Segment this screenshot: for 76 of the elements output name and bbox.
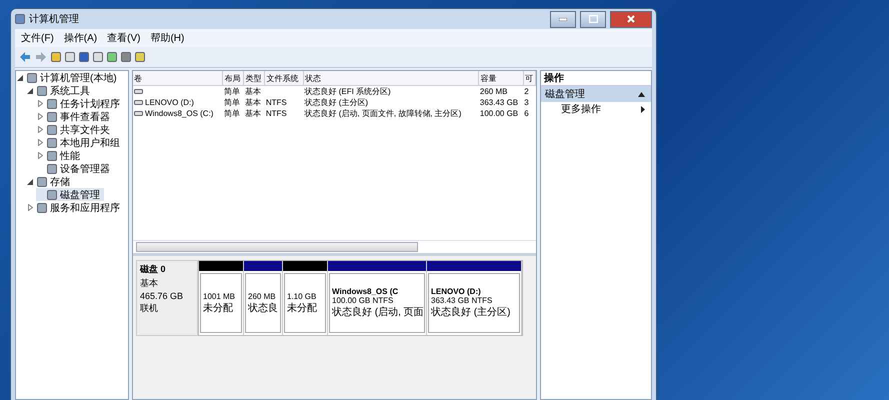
column-header[interactable]: 类型 — [244, 71, 265, 86]
menu-item[interactable]: 操作(A) — [64, 31, 98, 45]
menu-item[interactable]: 查看(V) — [107, 31, 140, 45]
column-header[interactable]: 可 — [523, 71, 536, 86]
collapse-arrow-icon — [638, 92, 645, 96]
table-cell-text: 363.43 GB — [478, 97, 520, 108]
tree-item[interactable]: 磁盘管理 — [36, 188, 104, 201]
column-header[interactable]: 容量 — [478, 71, 524, 86]
close-button[interactable] — [610, 10, 652, 28]
tree-item[interactable]: 性能 — [36, 149, 84, 162]
back-icon[interactable] — [19, 51, 31, 63]
table-cell: 260 MB — [478, 86, 524, 97]
tree-item[interactable]: 设备管理器 — [36, 162, 114, 175]
partition-size: 363.43 GB NTFS — [431, 296, 494, 305]
table-cell-text: 状态良好 (主分区) — [303, 97, 370, 108]
forward-icon[interactable] — [35, 51, 47, 63]
column-header[interactable]: 卷 — [133, 71, 223, 86]
minimize-button[interactable] — [550, 10, 576, 28]
table-cell: LENOVO (D:) — [145, 98, 194, 107]
partition-status: 未分配 — [203, 302, 234, 314]
disk-name: 磁盘 0 — [140, 263, 167, 276]
maximize-icon — [588, 15, 598, 23]
table-cell-text: 简单 — [222, 108, 241, 119]
column-header[interactable]: 状态 — [303, 71, 479, 86]
table-cell: 简单 — [222, 86, 244, 97]
partition-status: 未分配 — [287, 302, 318, 314]
expanded-arrow-icon[interactable] — [27, 88, 33, 94]
tree-item[interactable]: 存储 — [26, 175, 74, 188]
tree-item[interactable]: 计算机管理(本地) — [16, 71, 121, 84]
partition-name: Windows8_OS (C — [332, 287, 400, 296]
table-cell: 基本 — [244, 86, 265, 97]
submenu-arrow-icon — [641, 106, 645, 112]
tree-item[interactable]: 系统工具 — [26, 84, 94, 97]
disk-status: 联机 — [140, 302, 159, 315]
menu-item[interactable]: 文件(F) — [21, 31, 54, 45]
actions-section[interactable]: 磁盘管理 — [541, 86, 651, 102]
table-cell: 2 — [523, 86, 536, 97]
horizontal-scrollbar[interactable] — [133, 240, 536, 253]
table-cell-text: 状态良好 (启动, 页面文件, 故障转储, 主分区) — [303, 108, 462, 119]
partition-size: 1001 MB — [203, 292, 236, 300]
table-cell: Windows8_OS (C:) — [145, 109, 214, 118]
table-cell-text: NTFS — [264, 108, 288, 119]
disk-size: 465.76 GB — [140, 291, 184, 301]
tree-item[interactable]: 任务计划程序 — [36, 97, 124, 110]
tree-item[interactable]: 本地用户和组 — [36, 136, 124, 149]
column-header[interactable]: 文件系统 — [264, 71, 304, 86]
table-cell-text: 6 — [523, 108, 530, 119]
close-icon — [627, 15, 635, 23]
action-item[interactable]: 更多操作 — [541, 102, 651, 116]
table-cell: 状态良好 (EFI 系统分区) — [303, 86, 479, 97]
maximize-button[interactable] — [580, 10, 606, 28]
table-cell-text: NTFS — [264, 97, 288, 108]
menu-item[interactable]: 帮助(H) — [150, 31, 184, 45]
table-cell-text: 基本 — [244, 97, 262, 108]
table-cell-text: 3 — [523, 97, 530, 108]
table-cell-text: 简单 — [222, 97, 241, 108]
table-cell-text: 基本 — [244, 108, 262, 119]
partition-size: 1.10 GB — [287, 292, 318, 300]
expanded-arrow-icon[interactable] — [27, 178, 33, 184]
collapsed-arrow-icon[interactable] — [28, 204, 32, 211]
partition-size: 100.00 GB NTFS — [332, 296, 394, 305]
table-cell-text: 100.00 GB — [478, 108, 520, 119]
window-title: 计算机管理 — [29, 12, 80, 26]
tree-item[interactable]: 服务和应用程序 — [26, 201, 124, 214]
partition-size: 260 MB — [248, 292, 277, 300]
partition-status: 状态良好 (主分区) — [431, 306, 512, 319]
app-icon — [15, 14, 25, 24]
partition-name: LENOVO (D:) — [431, 287, 482, 296]
minimize-icon — [559, 18, 567, 20]
tree-item[interactable]: 共享文件夹 — [36, 123, 114, 136]
partition-status: 状态良 — [248, 302, 278, 314]
expanded-arrow-icon[interactable] — [17, 74, 23, 80]
tree-item[interactable]: 事件查看器 — [36, 110, 114, 123]
column-header[interactable]: 布局 — [222, 71, 244, 86]
partition-status: 状态良好 (启动, 页面 — [332, 306, 422, 319]
disk-type: 基本 — [140, 277, 159, 290]
